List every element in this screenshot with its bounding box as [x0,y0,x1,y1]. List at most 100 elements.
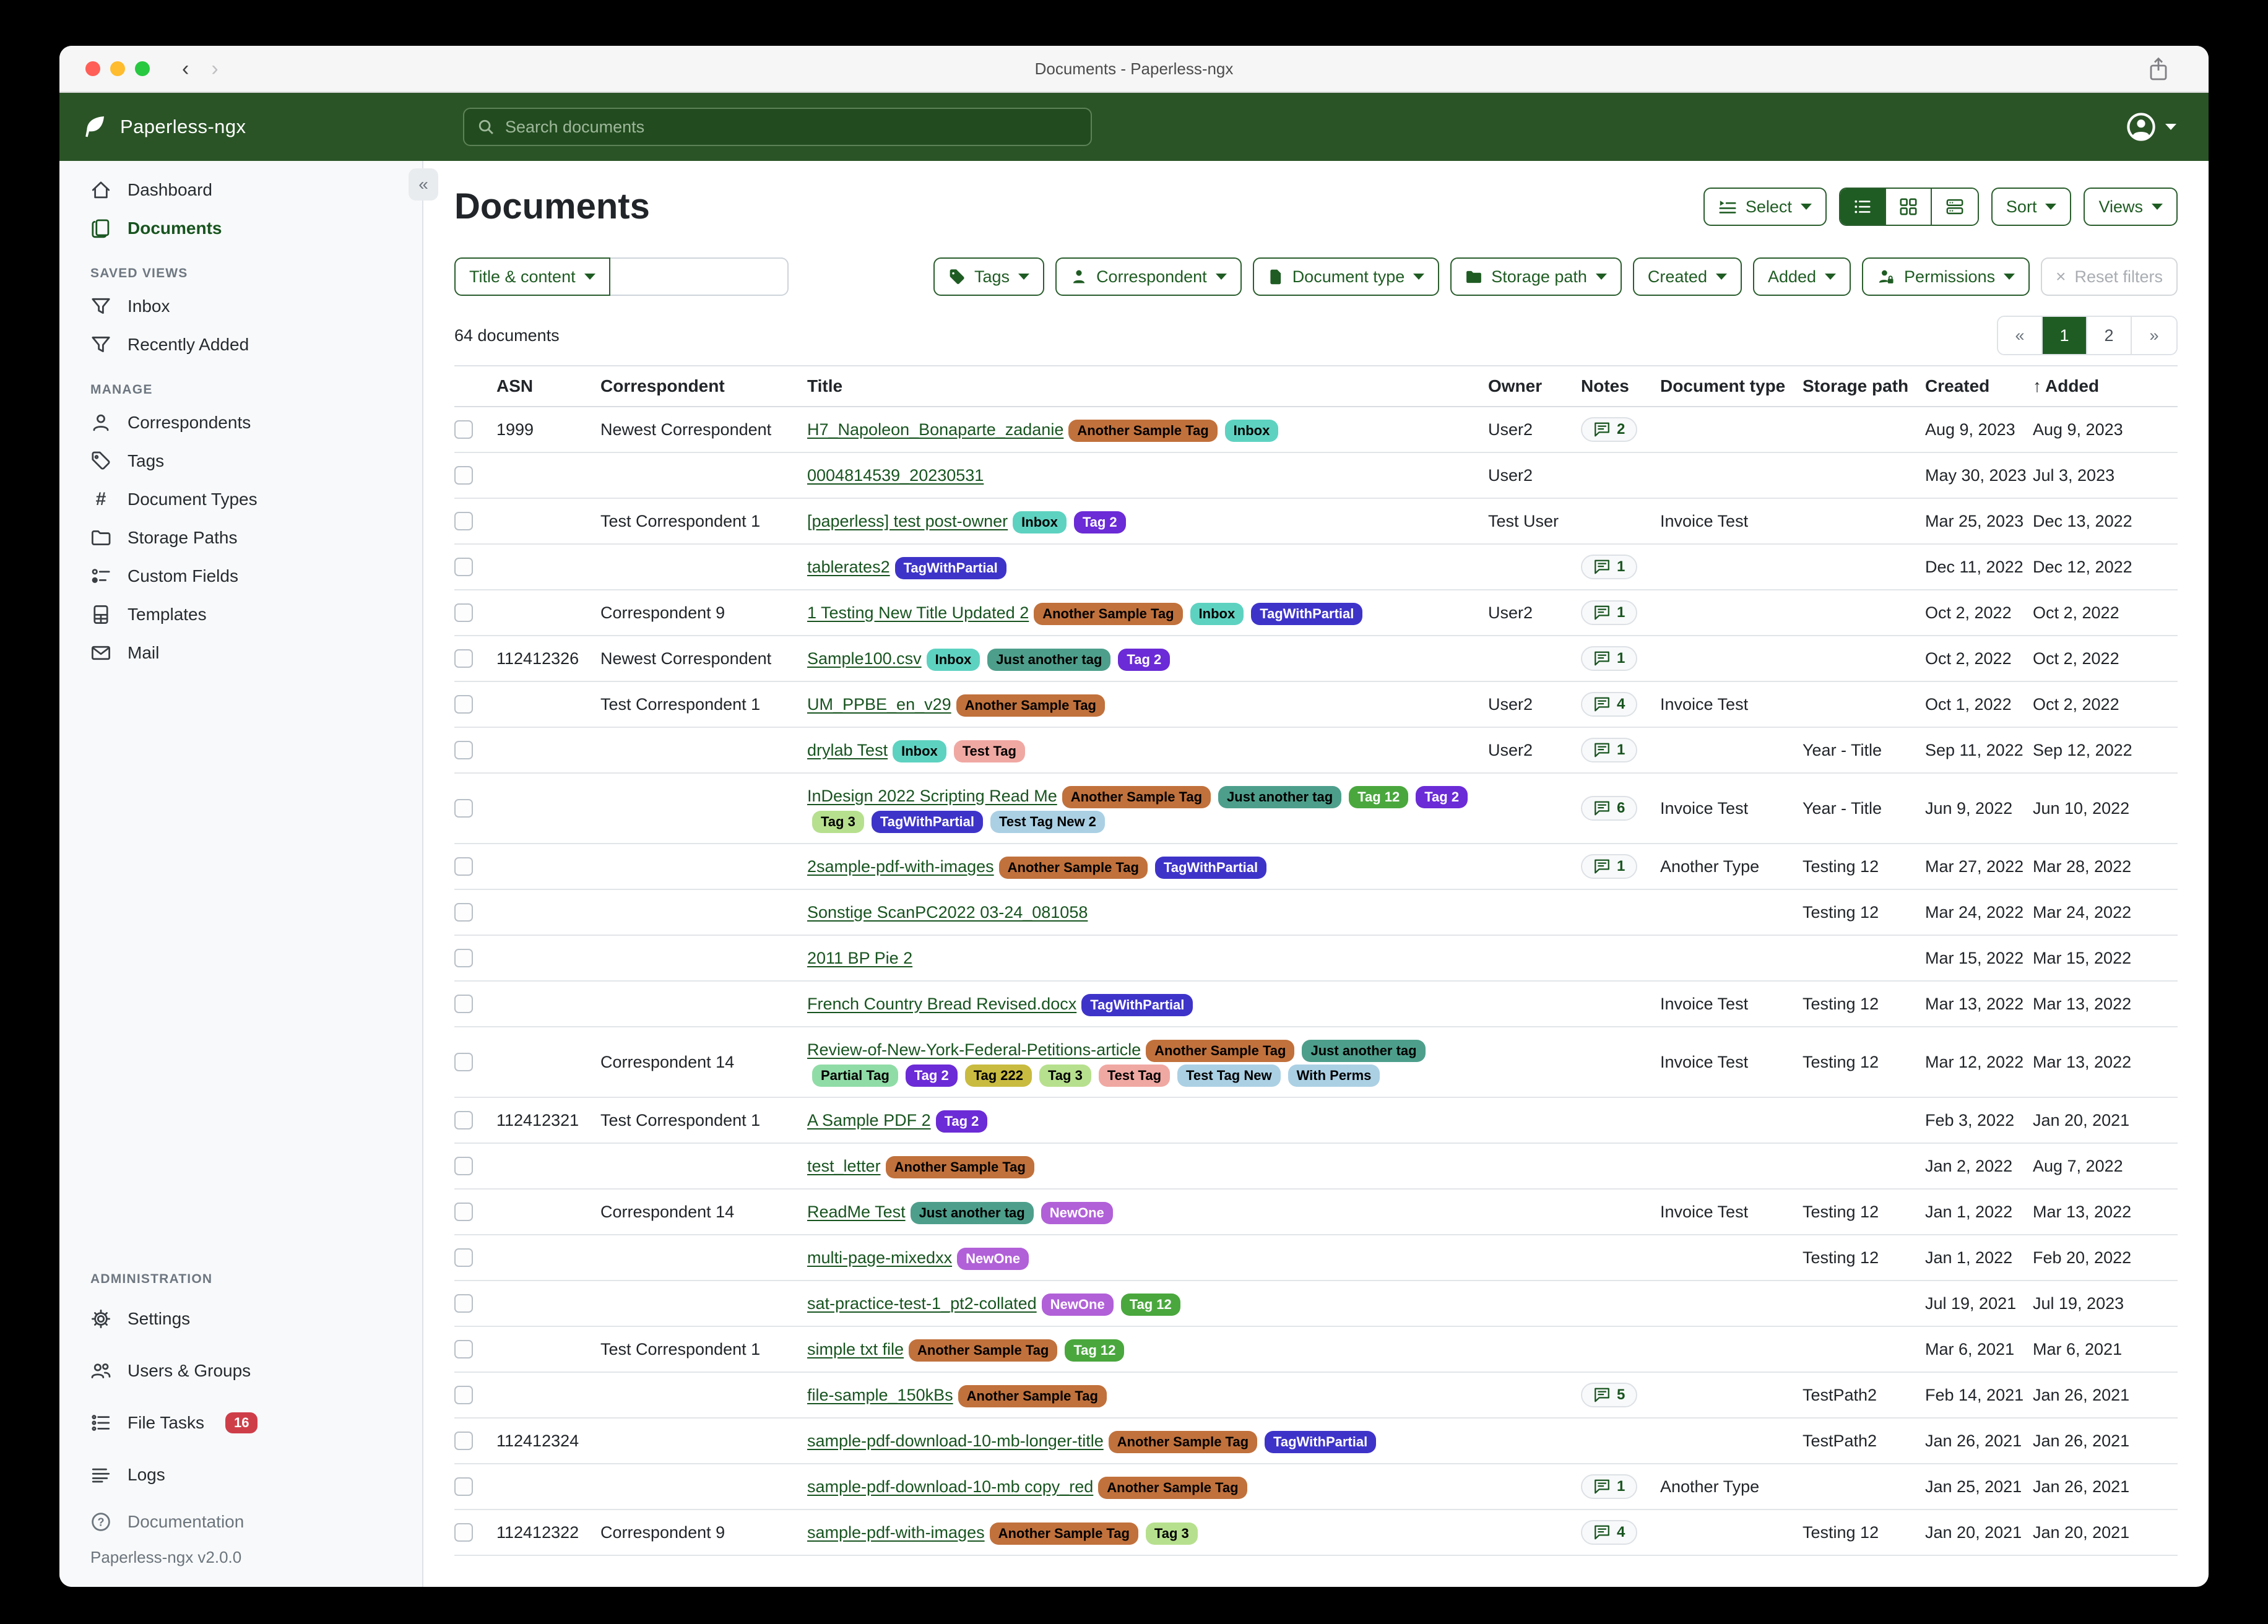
row-checkbox[interactable] [454,1432,473,1450]
tag-chip[interactable]: Tag 12 [1065,1339,1124,1362]
sidebar-item-correspondents[interactable]: Correspondents [59,404,422,442]
notes-badge[interactable]: 4 [1581,1520,1637,1545]
search-input[interactable] [505,118,1078,137]
tag-chip[interactable]: Another Sample Tag [956,694,1105,717]
document-link[interactable]: sample-pdf-download-10-mb-longer-title [807,1432,1104,1450]
grid-view-button[interactable] [1886,189,1932,225]
tags-filter-button[interactable]: Tags [933,257,1044,296]
column-header-added[interactable]: ↑Added [2033,366,2178,407]
notes-badge[interactable]: 1 [1581,1474,1637,1499]
row-checkbox[interactable] [454,1477,473,1496]
tag-chip[interactable]: Tag 2 [906,1065,958,1087]
tag-chip[interactable]: Inbox [1190,603,1244,625]
sidebar-item-templates[interactable]: Templates [59,595,422,634]
tag-chip[interactable]: Another Sample Tag [1146,1040,1294,1062]
tag-chip[interactable]: Just another tag [1218,786,1341,808]
created-filter-button[interactable]: Created [1633,257,1742,296]
tag-chip[interactable]: TagWithPartial [895,557,1006,579]
sidebar-item-file-tasks[interactable]: File Tasks16 [59,1397,422,1449]
row-checkbox[interactable] [454,466,473,485]
tag-chip[interactable]: Test Tag New 2 [990,811,1105,833]
tag-chip[interactable]: Tag 2 [1416,786,1468,808]
views-button[interactable]: Views [2084,188,2178,226]
tag-chip[interactable]: Another Sample Tag [1098,1477,1247,1499]
added-filter-button[interactable]: Added [1753,257,1851,296]
sidebar-item-documents[interactable]: Documents [59,209,422,248]
row-checkbox[interactable] [454,1053,473,1071]
tag-chip[interactable]: Another Sample Tag [990,1522,1138,1545]
row-checkbox[interactable] [454,1157,473,1175]
notes-badge[interactable]: 4 [1581,692,1637,717]
tag-chip[interactable]: Another Sample Tag [1109,1431,1257,1453]
user-menu[interactable] [2126,111,2176,142]
tag-chip[interactable]: Inbox [893,740,946,762]
row-checkbox[interactable] [454,1111,473,1129]
document-link[interactable]: 1 Testing New Title Updated 2 [807,603,1029,622]
tag-chip[interactable]: NewOne [957,1248,1029,1270]
tag-chip[interactable]: NewOne [1041,1202,1113,1224]
tag-chip[interactable]: TagWithPartial [1081,994,1193,1016]
tag-chip[interactable]: TagWithPartial [1155,857,1266,879]
tag-chip[interactable]: TagWithPartial [1251,603,1362,625]
tag-chip[interactable]: Tag 2 [1074,511,1126,533]
tag-chip[interactable]: Tag 222 [965,1065,1032,1087]
sidebar-collapse-button[interactable]: « [409,168,438,201]
document-link[interactable]: Sample100.csv [807,649,922,668]
pagination-page-1[interactable]: 1 [2043,317,2087,354]
tag-chip[interactable]: Just another tag [911,1202,1034,1224]
tag-chip[interactable]: Another Sample Tag [1062,786,1211,808]
tag-chip[interactable]: Another Sample Tag [999,857,1148,879]
row-checkbox[interactable] [454,857,473,876]
detail-view-button[interactable] [1932,189,1978,225]
tag-chip[interactable]: Tag 12 [1349,786,1408,808]
document-link[interactable]: 2sample-pdf-with-images [807,857,994,876]
tag-chip[interactable]: Test Tag [1099,1065,1170,1087]
column-header-owner[interactable]: Owner [1488,366,1581,407]
tag-chip[interactable]: Inbox [927,649,980,671]
row-checkbox[interactable] [454,558,473,576]
row-checkbox[interactable] [454,949,473,967]
row-checkbox[interactable] [454,741,473,759]
document-link[interactable]: UM_PPBE_en_v29 [807,695,951,714]
document-link[interactable]: A Sample PDF 2 [807,1111,931,1129]
row-checkbox[interactable] [454,695,473,714]
row-checkbox[interactable] [454,799,473,818]
global-search[interactable] [463,108,1092,146]
column-header-storage-path[interactable]: Storage path [1803,366,1925,407]
pagination-first-button[interactable]: « [1998,317,2043,354]
tag-chip[interactable]: Another Sample Tag [909,1339,1057,1362]
reset-filters-button[interactable]: × Reset filters [2041,257,2178,296]
sidebar-item-inbox[interactable]: Inbox [59,287,422,326]
notes-badge[interactable]: 1 [1581,646,1637,671]
document-link[interactable]: sat-practice-test-1_pt2-collated [807,1294,1037,1313]
column-header-title[interactable]: Title [807,366,1488,407]
notes-badge[interactable]: 5 [1581,1383,1637,1407]
title-content-input[interactable] [610,257,789,296]
row-checkbox[interactable] [454,420,473,439]
tag-chip[interactable]: Another Sample Tag [958,1385,1107,1407]
tag-chip[interactable]: TagWithPartial [872,811,983,833]
sidebar-item-documentation[interactable]: ?Documentation [59,1501,422,1543]
tag-chip[interactable]: Tag 2 [1118,649,1170,671]
column-header-asn[interactable]: ASN [496,366,600,407]
permissions-filter-button[interactable]: Permissions [1862,257,2030,296]
sidebar-item-custom-fields[interactable]: Custom Fields [59,557,422,595]
pagination-page-2[interactable]: 2 [2087,317,2132,354]
column-header-correspondent[interactable]: Correspondent [600,366,807,407]
document-link[interactable]: test_letter [807,1157,881,1175]
document-link[interactable]: French Country Bread Revised.docx [807,995,1076,1013]
row-checkbox[interactable] [454,649,473,668]
sidebar-item-recently-added[interactable]: Recently Added [59,326,422,364]
tag-chip[interactable]: Another Sample Tag [1068,420,1217,442]
row-checkbox[interactable] [454,995,473,1013]
notes-badge[interactable]: 1 [1581,738,1637,762]
document-link[interactable]: Review-of-New-York-Federal-Petitions-art… [807,1040,1141,1059]
tag-chip[interactable]: Another Sample Tag [1034,603,1182,625]
row-checkbox[interactable] [454,1203,473,1221]
row-checkbox[interactable] [454,903,473,922]
tag-chip[interactable]: Partial Tag [812,1065,898,1087]
tag-chip[interactable]: Tag 2 [936,1110,988,1133]
sidebar-item-storage-paths[interactable]: Storage Paths [59,519,422,557]
tag-chip[interactable]: Tag 3 [1146,1522,1198,1545]
tag-chip[interactable]: Just another tag [987,649,1110,671]
